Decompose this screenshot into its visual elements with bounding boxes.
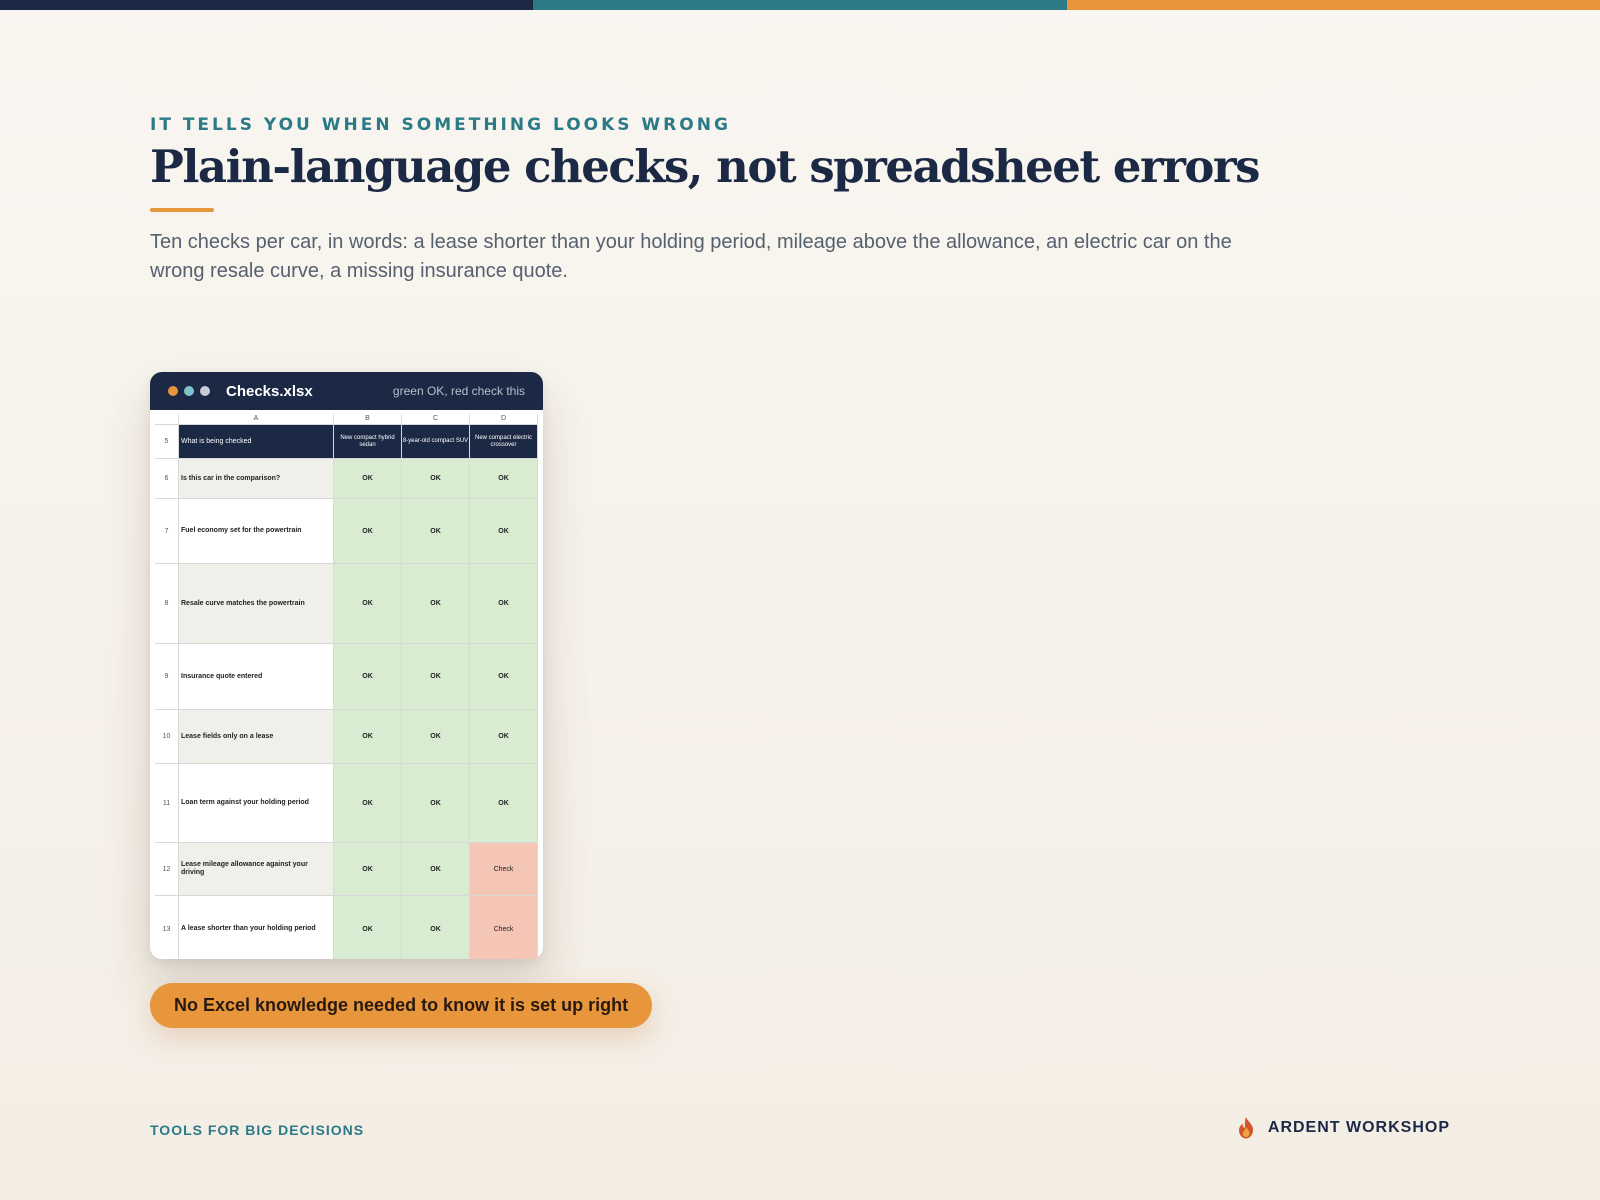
- row-number: 7: [155, 499, 179, 563]
- table-row: 6 Is this car in the comparison? OK OK O…: [155, 459, 538, 499]
- status-cell: OK: [402, 564, 470, 643]
- row-number: 9: [155, 644, 179, 709]
- window-dot-teal: [184, 386, 194, 396]
- status-cell: OK: [402, 499, 470, 563]
- accent-bar-navy: [0, 0, 534, 10]
- status-cell: OK: [470, 764, 538, 842]
- status-cell: OK: [470, 644, 538, 709]
- status-cell: OK: [334, 499, 402, 563]
- header-car-cell: New compact electric crossover: [470, 425, 538, 458]
- status-cell: OK: [402, 764, 470, 842]
- row-number: 13: [155, 896, 179, 959]
- check-label-cell: Insurance quote entered: [179, 644, 334, 709]
- status-cell: Check: [470, 843, 538, 895]
- table-row: 11 Loan term against your holding period…: [155, 764, 538, 843]
- title-underline: [150, 208, 214, 212]
- column-letter: B: [334, 414, 402, 424]
- eyebrow-heading: IT TELLS YOU WHEN SOMETHING LOOKS WRONG: [150, 115, 731, 135]
- header-label-cell: What is being checked: [179, 425, 334, 458]
- header-car-cell: New compact hybrid sedan: [334, 425, 402, 458]
- column-letter: C: [402, 414, 470, 424]
- page-title: Plain-language checks, not spreadsheet e…: [150, 140, 1260, 193]
- status-cell: OK: [334, 644, 402, 709]
- row-number: 8: [155, 564, 179, 643]
- column-letter: D: [470, 414, 538, 424]
- spreadsheet-grid: A B C D 5 What is being checked New comp…: [155, 414, 538, 959]
- check-label-cell: Lease fields only on a lease: [179, 710, 334, 763]
- window-dot-grey: [200, 386, 210, 396]
- row-number: 6: [155, 459, 179, 498]
- check-label-cell: Loan term against your holding period: [179, 764, 334, 842]
- status-cell: OK: [470, 710, 538, 763]
- check-label-cell: Is this car in the comparison?: [179, 459, 334, 498]
- status-cell: OK: [402, 644, 470, 709]
- status-cell: OK: [402, 459, 470, 498]
- table-row: 7 Fuel economy set for the powertrain OK…: [155, 499, 538, 564]
- status-cell: OK: [334, 764, 402, 842]
- row-number: 10: [155, 710, 179, 763]
- reassurance-pill: No Excel knowledge needed to know it is …: [150, 983, 653, 1028]
- header-row: 5 What is being checked New compact hybr…: [155, 425, 538, 459]
- row-number: 12: [155, 843, 179, 895]
- page-description: Ten checks per car, in words: a lease sh…: [150, 231, 1232, 282]
- table-row: 12 Lease mileage allowance against your …: [155, 843, 538, 896]
- spreadsheet-titlebar: Checks.xlsx green OK, red check this: [150, 372, 543, 410]
- status-cell: OK: [334, 710, 402, 763]
- check-label-cell: Fuel economy set for the powertrain: [179, 499, 334, 563]
- row-number: 11: [155, 764, 179, 842]
- footer-brand-name: ARDENT WORKSHOP: [1267, 1119, 1450, 1136]
- check-label-cell: A lease shorter than your holding period: [179, 896, 334, 959]
- table-row: 8 Resale curve matches the powertrain OK…: [155, 564, 538, 644]
- row-number: 5: [155, 425, 179, 458]
- footer-brand: ARDENT WORKSHOP: [1236, 1116, 1450, 1140]
- status-cell: OK: [402, 843, 470, 895]
- header-car-cell: 8-year-old compact SUV: [402, 425, 470, 458]
- spreadsheet-window: Checks.xlsx green OK, red check this A B…: [150, 372, 543, 959]
- table-row: 9 Insurance quote entered OK OK OK: [155, 644, 538, 710]
- check-label-cell: Lease mileage allowance against your dri…: [179, 843, 334, 895]
- top-accent-bar: [0, 0, 1600, 10]
- flame-icon: [1238, 1117, 1253, 1139]
- column-corner: [155, 414, 179, 424]
- table-row: 13 A lease shorter than your holding per…: [155, 896, 538, 959]
- accent-bar-orange: [1066, 0, 1600, 10]
- status-cell: OK: [334, 459, 402, 498]
- status-cell: OK: [470, 564, 538, 643]
- table-row: 10 Lease fields only on a lease OK OK OK: [155, 710, 538, 764]
- status-cell: OK: [470, 499, 538, 563]
- status-cell: OK: [334, 896, 402, 959]
- spreadsheet-legend: green OK, red check this: [392, 384, 525, 398]
- status-cell: Check: [470, 896, 538, 959]
- spreadsheet-filename: Checks.xlsx: [226, 382, 313, 400]
- accent-bar-teal: [533, 0, 1067, 10]
- status-cell: OK: [402, 896, 470, 959]
- footer-tagline: TOOLS FOR BIG DECISIONS: [150, 1122, 365, 1138]
- column-letter: A: [179, 414, 334, 424]
- status-cell: OK: [334, 843, 402, 895]
- status-cell: OK: [402, 710, 470, 763]
- check-label-cell: Resale curve matches the powertrain: [179, 564, 334, 643]
- window-dot-orange: [168, 386, 178, 396]
- status-cell: OK: [470, 459, 538, 498]
- column-letters: A B C D: [155, 414, 538, 425]
- status-cell: OK: [334, 564, 402, 643]
